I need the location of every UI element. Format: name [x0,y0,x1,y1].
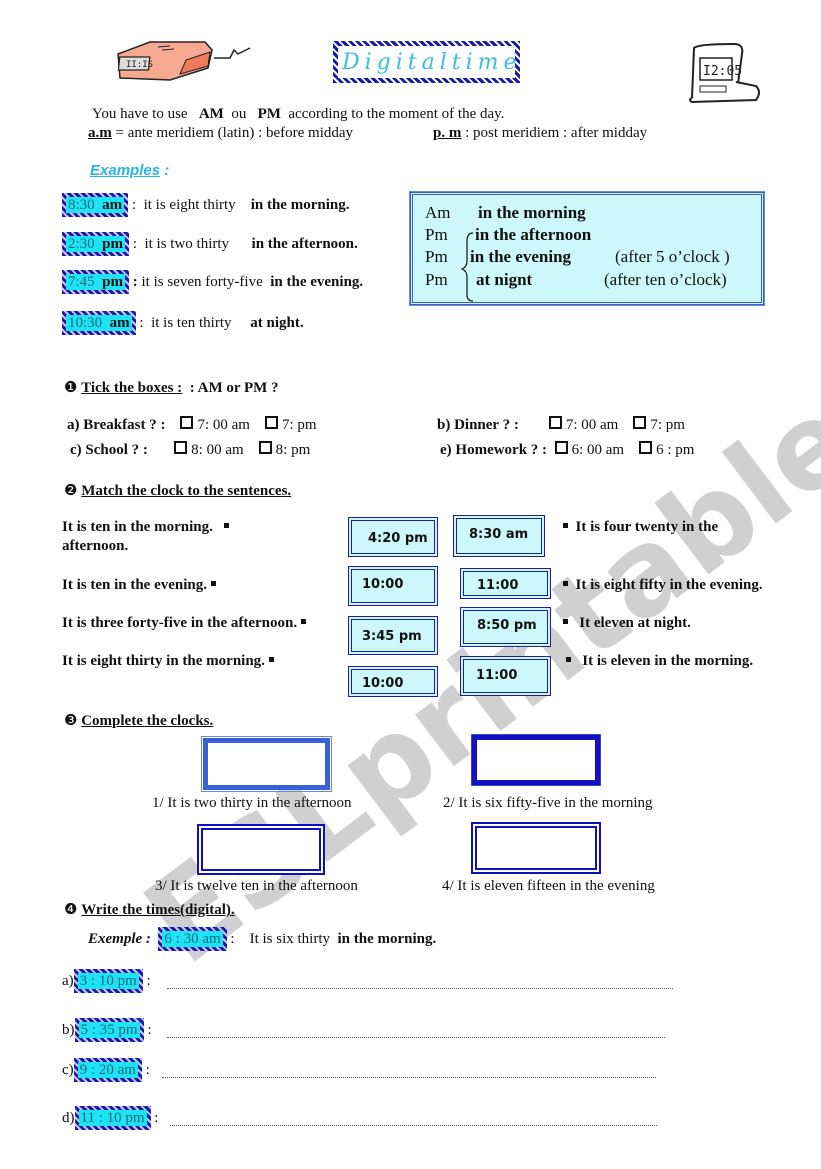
legend-row: Am [425,203,451,222]
match-sentence-left-cont: afternoon. [62,538,129,554]
time-tag: 8:30 am [62,193,129,217]
match-sentence-right: It eleven at night. [563,615,691,632]
example-write-row: Exemple : 6 : 30 am : It is six thirty i… [88,927,436,951]
checkbox[interactable] [174,441,188,454]
time-tag: 2:30 pm [62,232,130,256]
clock-caption: 2/ It is six fifty-five in the morning [443,795,653,811]
clock-caption: 1/ It is two thirty in the afternoon [152,795,352,811]
time-tag: 6 : 30 am [158,927,227,951]
match-dot[interactable] [268,657,274,662]
clock-display: 11:00 [460,656,551,696]
digital-desk-clock-icon: I2:05 [689,42,760,104]
examples-heading: Examples : [90,162,170,179]
page-title: Digital time [333,41,520,83]
tick-item-b: b) Dinner ? : 7: 00 am 7: pm [437,416,685,433]
match-dot[interactable] [210,581,216,586]
match-sentence-right: It is four twenty in the [563,519,718,536]
match-sentence-left: It is three forty-five in the afternoon. [62,615,306,632]
answer-line[interactable] [167,1037,665,1038]
time-tag: 11 : 10 pm [74,1106,151,1130]
time-tag: 7:45 pm [62,270,130,294]
section4-heading: ❹ Write the times(digital). [64,902,235,918]
title-word-2: time [451,49,522,75]
checkbox[interactable] [633,416,647,429]
am-pm-legend-box: Am in the morning Pm in the afternoon Pm… [409,191,765,306]
match-dot[interactable] [566,657,571,662]
example-row: 8:30 am : it is eight thirty in the morn… [62,193,349,217]
clock-display: 8:30 am [453,515,545,557]
write-item: b) 5 : 35 pm : [62,1018,152,1042]
empty-clock-input[interactable] [197,824,325,875]
match-dot[interactable] [563,581,568,586]
clock-display: 8:50 pm [460,607,551,647]
tick-item-a: a) Breakfast ? : 7: 00 am 7: pm [67,416,317,433]
match-dot[interactable] [563,523,568,528]
time-tag: 3 : 10 pm [73,969,143,993]
brace-icon [461,232,474,302]
answer-line[interactable] [170,1125,657,1126]
time-tag: 9 : 20 am [73,1058,142,1082]
match-sentence-left: It is ten in the evening. [62,577,216,594]
legend-row: Pm [425,270,448,289]
write-item: c) 9 : 20 am : [62,1058,150,1082]
clock-display: 4:20 pm [348,517,438,557]
clock-caption: 4/ It is eleven fifteen in the evening [442,878,655,894]
clock-caption: 3/ It is twelve ten in the afternoon [155,878,358,894]
write-item: d) 11 : 10 pm : [62,1106,158,1130]
match-sentence-left: It is ten in the morning. [62,519,230,536]
time-tag: 5 : 35 pm [74,1018,144,1042]
clock-display: 10:00 [348,666,438,697]
example-row: 2:30 pm : it is two thirty in the aftern… [62,232,358,256]
answer-line[interactable] [162,1077,656,1078]
clock-display: 3:45 pm [348,616,438,655]
match-sentence-right: It is eight fifty in the evening. [563,577,763,594]
svg-text:I2:05: I2:05 [703,64,742,79]
tick-item-e: e) Homework ? : 6: 00 am 6 : pm [440,441,695,458]
intro-line-2: a.m = ante meridiem (latin) : before mid… [88,125,354,141]
legend-row: Pm [425,247,448,266]
example-row: 7:45 pm : it is seven forty-five in the … [62,270,363,294]
checkbox[interactable] [258,441,272,454]
empty-clock-input[interactable] [471,822,601,874]
answer-line[interactable] [167,988,673,989]
checkbox[interactable] [548,416,562,429]
match-dot[interactable] [300,619,306,624]
intro-line-2-pm: p. m : post meridiem : after midday [433,125,648,141]
section3-heading: ❸ Complete the clocks. [64,713,214,729]
match-sentence-right: It is eleven in the morning. [566,653,753,670]
section2-heading: ❷ Match the clock to the sentences. [64,483,292,499]
time-tag: 10:30 am [62,311,136,335]
checkbox[interactable] [554,441,568,454]
match-dot[interactable] [224,523,230,528]
match-dot[interactable] [563,619,568,624]
clock-display: 10:00 [348,566,438,606]
clock-display: 11:00 [460,568,551,599]
title-word-1: Digital [342,49,452,75]
intro-line-1: You have to use AM ou PM according to th… [92,106,505,122]
empty-clock-input[interactable] [201,736,332,792]
legend-row: Pm [425,225,448,244]
write-item: a) 3 : 10 pm : [62,969,151,993]
example-row: 10:30 am : it is ten thirty at night. [62,311,304,335]
checkbox[interactable] [264,416,278,429]
section1-heading: ❶ Tick the boxes : : AM or PM ? [64,380,279,396]
empty-clock-input[interactable] [471,734,601,786]
alarm-clock-icon: II:IS [117,41,251,81]
checkbox[interactable] [639,441,653,454]
match-sentence-left: It is eight thirty in the morning. [62,653,274,670]
checkbox[interactable] [180,416,194,429]
svg-text:II:IS: II:IS [126,60,153,70]
tick-item-c: c) School ? : 8: 00 am 8: pm [70,441,311,458]
